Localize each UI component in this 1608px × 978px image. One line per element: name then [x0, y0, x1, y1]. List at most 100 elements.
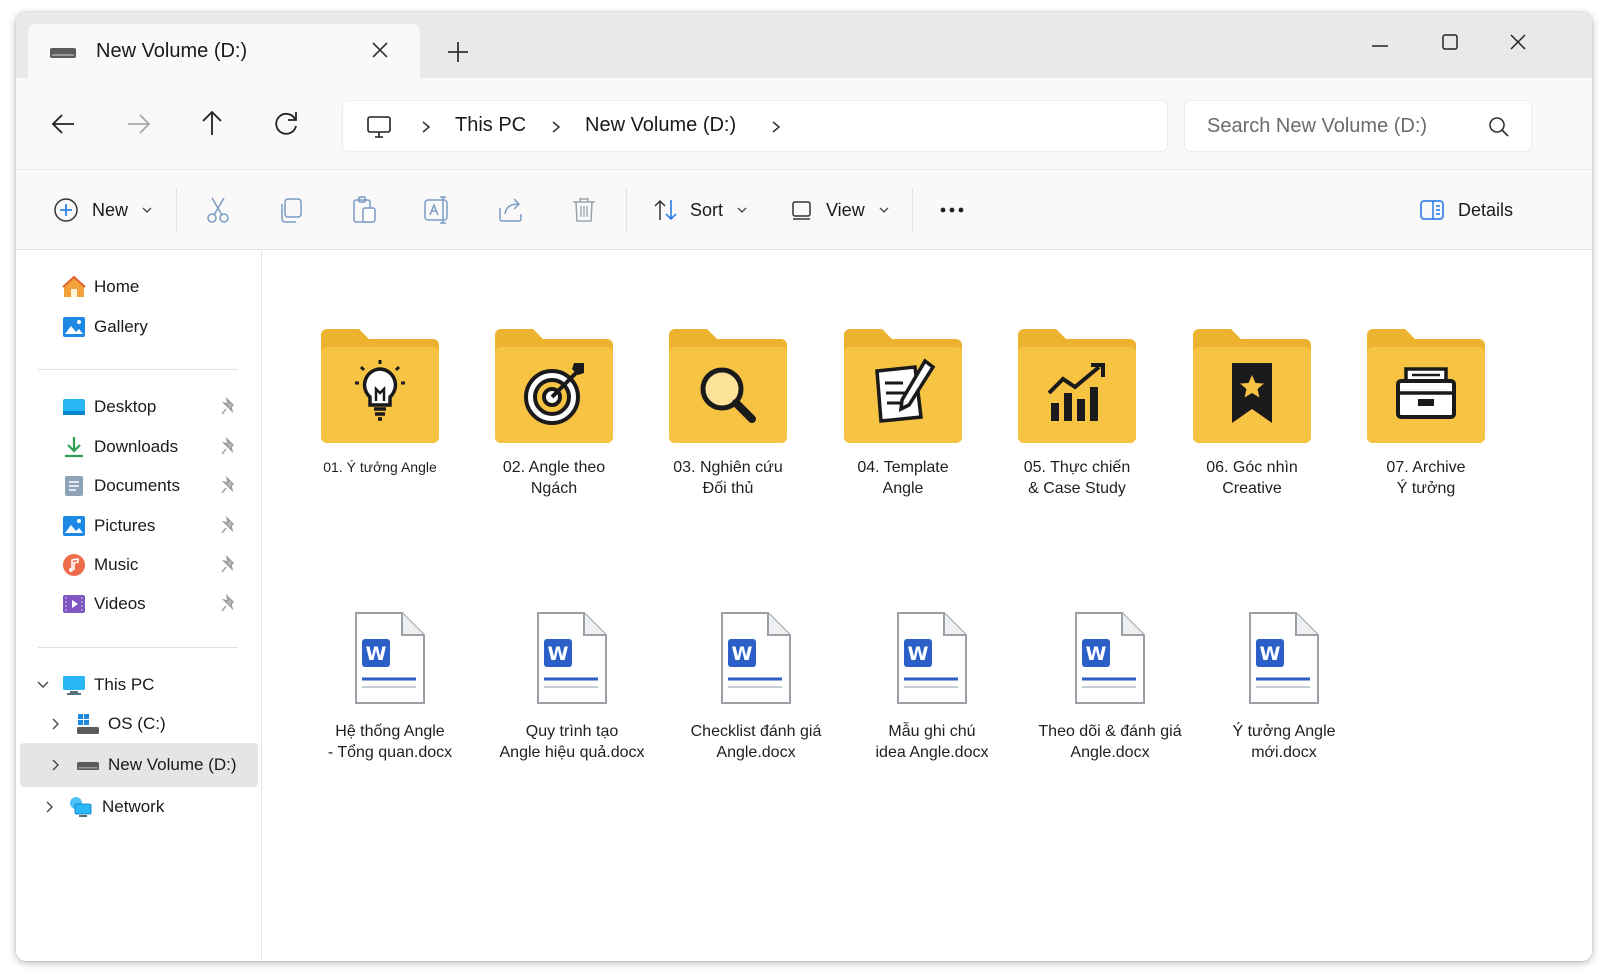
- close-window-icon[interactable]: [1500, 24, 1536, 60]
- file-tile[interactable]: W Hệ thống Angle - Tổng quan.docx: [305, 609, 475, 763]
- folder-tile[interactable]: 01. Ý tưởng Angle: [295, 325, 465, 478]
- bookmark-star-icon: [1232, 363, 1272, 423]
- folder-name-line: 01. Ý tưởng Angle: [323, 459, 437, 475]
- file-tile[interactable]: W Quy trình tạo Angle hiệu quả.docx: [487, 609, 657, 763]
- sidebar-label: Music: [94, 555, 139, 574]
- folder-tile[interactable]: 03. Nghiên cứu Đối thủ: [643, 325, 813, 499]
- address-bar[interactable]: This PC New Volume (D:): [342, 100, 1168, 152]
- details-button[interactable]: Details: [1418, 192, 1513, 228]
- new-button[interactable]: New: [52, 192, 154, 228]
- pin-icon[interactable]: [220, 555, 238, 575]
- sidebar-item-this-pc[interactable]: This PC: [16, 665, 262, 705]
- navigation-bar: This PC New Volume (D:) Search New Volum…: [16, 78, 1592, 170]
- refresh-icon[interactable]: [264, 102, 308, 146]
- back-icon[interactable]: [42, 102, 86, 146]
- divider: [38, 369, 238, 370]
- file-name-line: Angle hiệu quả.docx: [499, 744, 645, 761]
- chevron-right-icon[interactable]: [48, 757, 62, 773]
- forward-icon[interactable]: [116, 102, 160, 146]
- chevron-right-icon[interactable]: [42, 799, 56, 815]
- breadcrumb-new-volume[interactable]: New Volume (D:): [585, 114, 736, 137]
- more-options-icon[interactable]: [936, 194, 968, 226]
- sidebar-label: OS (C:): [108, 714, 166, 733]
- chevron-down-icon: [142, 207, 152, 213]
- chevron-right-icon[interactable]: [48, 716, 62, 732]
- chevron-down-icon: [879, 207, 889, 213]
- pin-icon[interactable]: [220, 476, 238, 496]
- chevron-right-icon[interactable]: [769, 117, 783, 137]
- sidebar-item-gallery[interactable]: Gallery: [16, 307, 262, 347]
- folder-tile[interactable]: 07. Archive Ý tưởng: [1341, 325, 1511, 499]
- sidebar-label: Videos: [94, 594, 146, 613]
- divider: [38, 647, 238, 648]
- folder-tile[interactable]: 06. Góc nhìn Creative: [1167, 325, 1337, 499]
- paste-icon[interactable]: [348, 194, 380, 226]
- file-tile[interactable]: W Ý tưởng Angle mới.docx: [1199, 609, 1369, 763]
- sidebar-item-videos[interactable]: Videos: [16, 584, 262, 624]
- separator: [912, 188, 913, 232]
- tab-new-volume[interactable]: New Volume (D:): [28, 24, 420, 78]
- sidebar-item-home[interactable]: Home: [16, 267, 262, 307]
- pin-icon[interactable]: [220, 594, 238, 614]
- rename-icon[interactable]: [421, 194, 453, 226]
- close-tab-icon[interactable]: [368, 38, 392, 62]
- pin-icon[interactable]: [220, 437, 238, 457]
- sidebar-item-pictures[interactable]: Pictures: [16, 506, 262, 546]
- folder-name: 06. Góc nhìn Creative: [1167, 457, 1337, 499]
- sidebar-item-documents[interactable]: Documents: [16, 466, 262, 506]
- sidebar-item-music[interactable]: Music: [16, 545, 262, 585]
- chevron-right-icon: [552, 121, 561, 133]
- details-pane-icon: [1420, 200, 1444, 220]
- search-box[interactable]: Search New Volume (D:): [1184, 100, 1532, 152]
- svg-text:W: W: [732, 643, 753, 665]
- sort-button[interactable]: Sort: [652, 192, 749, 228]
- up-icon[interactable]: [190, 102, 234, 146]
- sort-label: Sort: [690, 199, 724, 220]
- sidebar-item-network[interactable]: Network: [16, 787, 262, 827]
- sidebar-item-new-volume[interactable]: New Volume (D:): [20, 743, 258, 787]
- minimize-icon[interactable]: [1362, 24, 1398, 60]
- folder-tile[interactable]: 04. Template Angle: [818, 325, 988, 499]
- pin-icon[interactable]: [220, 516, 238, 536]
- file-tile[interactable]: W Mẫu ghi chú idea Angle.docx: [847, 609, 1017, 763]
- sidebar-label: Desktop: [94, 397, 157, 416]
- folder-tile[interactable]: 02. Angle theo Ngách: [469, 325, 639, 499]
- sidebar-item-downloads[interactable]: Downloads: [16, 427, 262, 467]
- file-name-line: idea Angle.docx: [875, 744, 989, 761]
- computer-icon: [63, 676, 85, 695]
- desktop-icon: [63, 399, 85, 415]
- copy-icon[interactable]: [275, 194, 307, 226]
- svg-text:W: W: [908, 643, 929, 665]
- file-explorer-window: New Volume (D:) This PC New Volume (D:) …: [16, 12, 1592, 961]
- maximize-icon[interactable]: [1432, 24, 1468, 60]
- monitor-icon: [367, 116, 391, 138]
- file-name-line: Hệ thống Angle: [335, 723, 445, 740]
- sidebar-item-desktop[interactable]: Desktop: [16, 387, 262, 427]
- folder-name-line: 06. Góc nhìn: [1206, 459, 1298, 476]
- search-icon[interactable]: [1487, 115, 1511, 139]
- view-button[interactable]: View: [788, 192, 891, 228]
- file-tile[interactable]: W Checklist đánh giá Angle.docx: [671, 609, 841, 763]
- word-document-icon: W: [537, 612, 607, 704]
- delete-icon[interactable]: [568, 194, 600, 226]
- search-placeholder: Search New Volume (D:): [1207, 115, 1428, 137]
- share-icon[interactable]: [495, 194, 527, 226]
- new-tab-icon[interactable]: [440, 38, 476, 66]
- documents-icon: [65, 476, 83, 496]
- chevron-right-icon: [422, 121, 431, 133]
- file-name-line: - Tổng quan.docx: [327, 744, 453, 761]
- lightbulb-icon: [355, 360, 405, 421]
- network-icon: [70, 797, 92, 817]
- breadcrumb-this-pc[interactable]: This PC: [455, 114, 526, 137]
- chevron-down-icon[interactable]: [36, 677, 50, 693]
- file-name-line: Ý tưởng Angle: [1232, 723, 1336, 740]
- folder-name-line: Ngách: [530, 480, 578, 497]
- file-name: Mẫu ghi chú idea Angle.docx: [847, 721, 1017, 763]
- folder-name-line: 03. Nghiên cứu: [673, 459, 783, 476]
- folder-tile[interactable]: 05. Thực chiến & Case Study: [992, 325, 1162, 499]
- svg-text:W: W: [548, 643, 569, 665]
- file-tile[interactable]: W Theo dõi & đánh giá Angle.docx: [1025, 609, 1195, 763]
- sidebar-item-os-c[interactable]: OS (C:): [16, 704, 262, 744]
- pin-icon[interactable]: [220, 397, 238, 417]
- cut-icon[interactable]: [202, 194, 234, 226]
